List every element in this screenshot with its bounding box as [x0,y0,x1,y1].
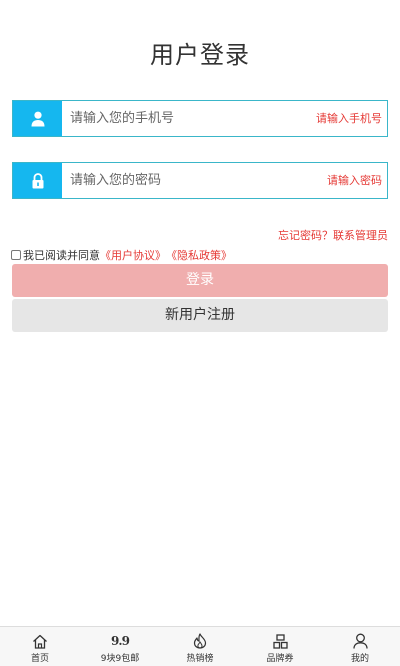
agreement-checkbox[interactable] [11,250,21,260]
profile-icon [352,633,368,649]
tab-home-label: 首页 [30,654,49,664]
brand-icon [272,633,288,649]
tab-hot[interactable]: 热销榜 [160,627,240,666]
phone-input[interactable] [70,101,300,136]
page-title: 用户登录 [150,41,250,69]
phone-field: 请输入手机号 [12,100,388,137]
home-icon [32,633,48,649]
tab-brand-label: 品牌券 [266,654,294,664]
password-input[interactable] [70,163,300,198]
tab-brand[interactable]: 品牌券 [240,627,320,666]
privacy-policy-link[interactable]: 《隐私政策》 [166,247,232,263]
tab-nine-nine-label: 9块9包邮 [100,654,140,664]
user-icon [13,101,62,136]
register-button[interactable]: 新用户注册 [12,299,388,332]
phone-hint: 请输入手机号 [316,112,382,125]
fire-icon [193,633,207,649]
password-field: 请输入密码 [12,162,388,199]
bottom-tabbar: 首页 9.9 9块9包邮 热销榜 品牌券 我的 [0,626,400,666]
login-button[interactable]: 登录 [12,264,388,297]
tab-profile[interactable]: 我的 [320,627,400,666]
tab-nine-nine[interactable]: 9.9 9块9包邮 [80,627,160,666]
password-hint: 请输入密码 [327,174,382,187]
agreement-prefix: 我已阅读并同意 [23,249,100,262]
forgot-password-link[interactable]: 忘记密码？联系管理员 [278,227,388,243]
nine-nine-icon: 9.9 [111,634,130,648]
tab-profile-label: 我的 [350,654,369,664]
login-page: 用户登录 请输入手机号 请输入密码 忘记密码？联系管理员 我已阅读并同意 《用户… [0,0,400,666]
tab-home[interactable]: 首页 [0,627,80,666]
user-agreement-link[interactable]: 《用户协议》 [100,247,166,263]
lock-icon [13,163,62,198]
agreement-row: 我已阅读并同意 《用户协议》 《隐私政策》 [11,247,232,263]
tab-hot-label: 热销榜 [186,654,214,664]
